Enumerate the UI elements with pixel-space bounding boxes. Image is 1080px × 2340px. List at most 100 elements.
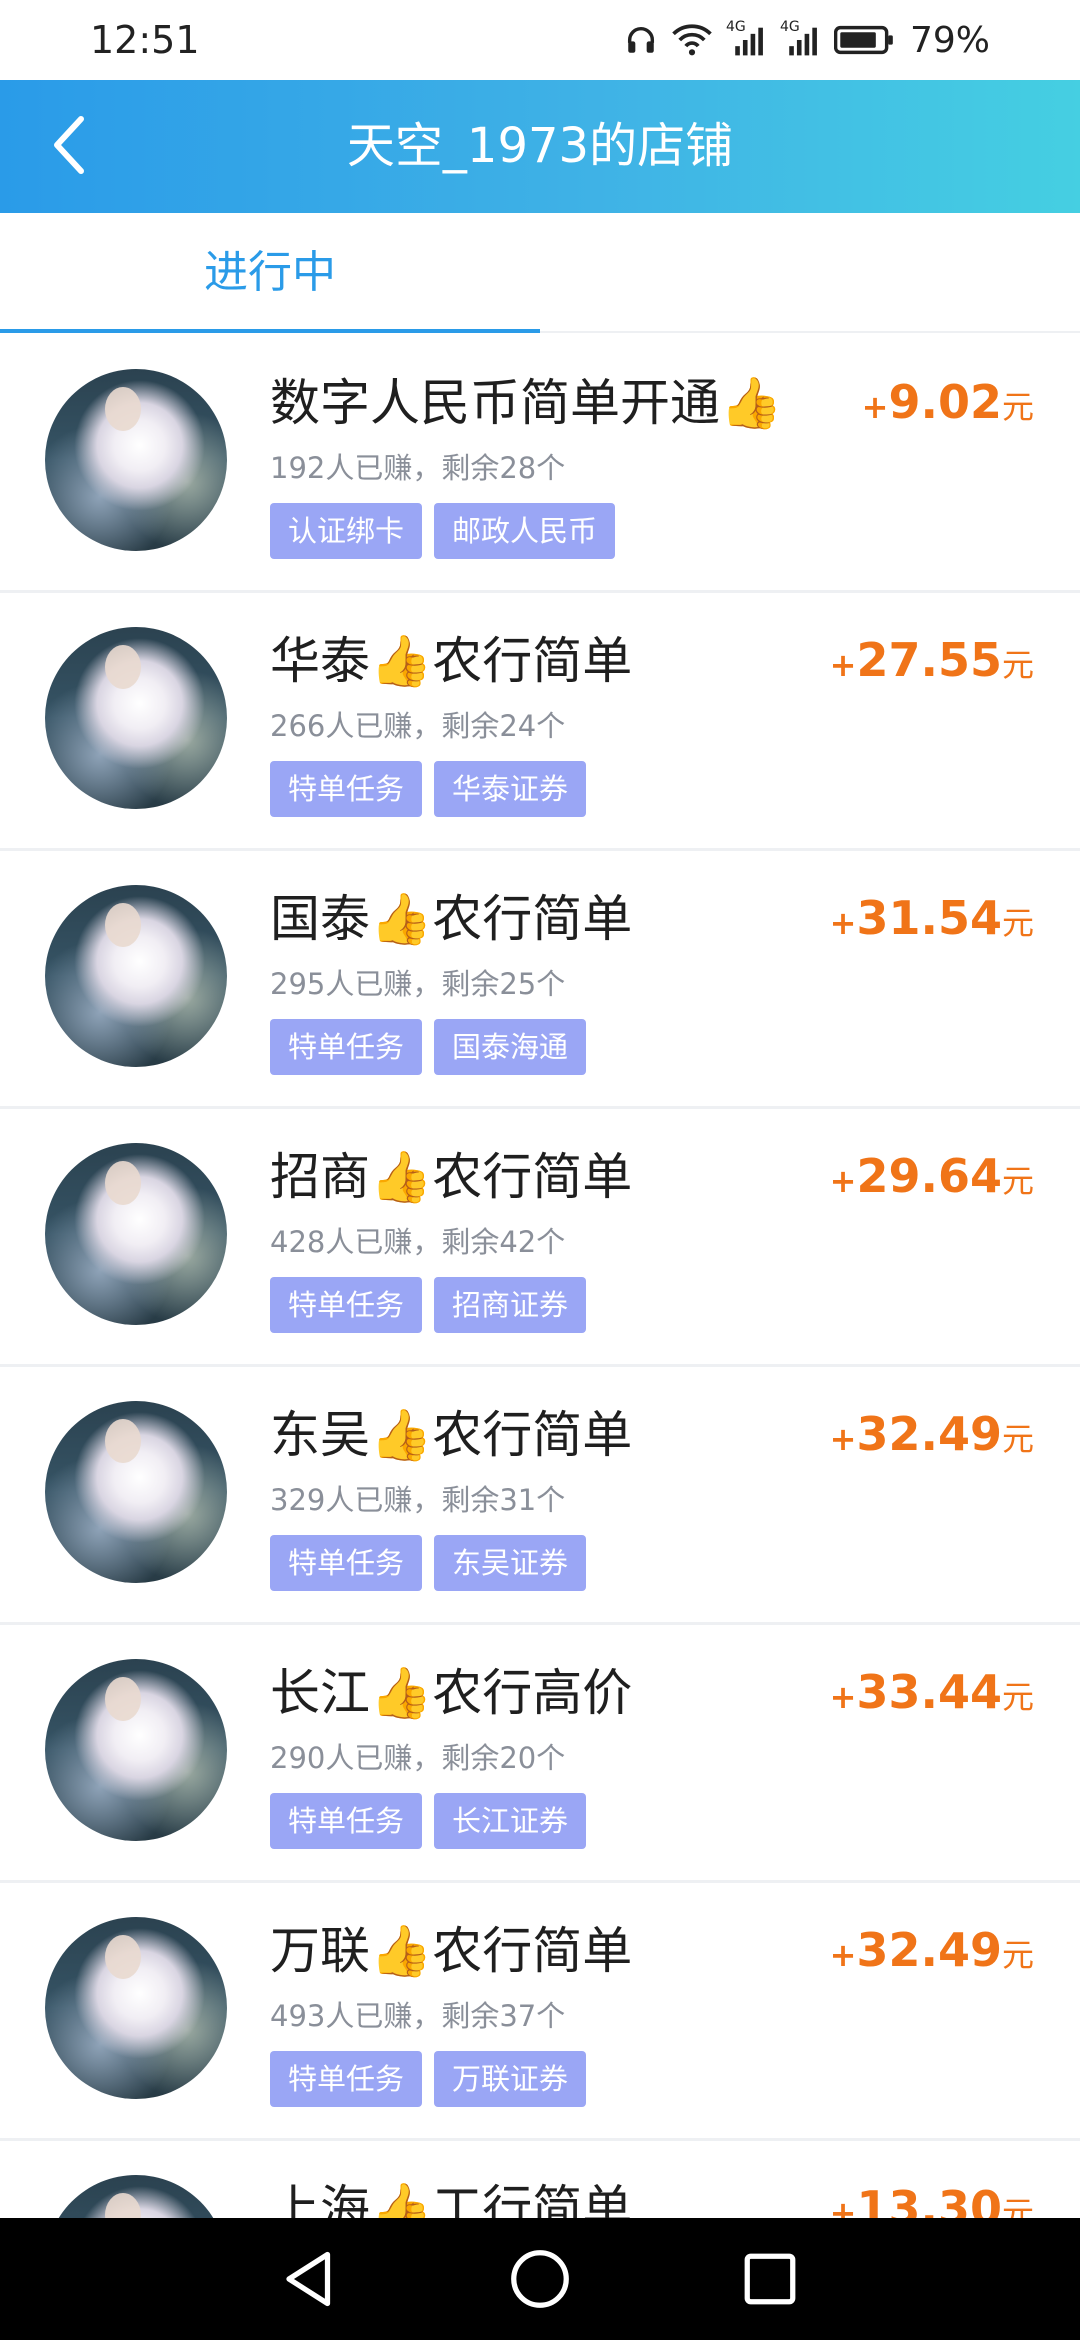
tag-group: 特单任务 长江证券 (270, 1793, 587, 1849)
signal-icon-1: 4G (726, 19, 766, 57)
reward-amount: +27.55元 (830, 633, 1034, 687)
avatar (45, 369, 227, 551)
reward-unit: 元 (1001, 1678, 1034, 1716)
list-item[interactable]: 万联👍农行简单 493人已赚，剩余37个 特单任务 万联证券 +32.49元 (0, 1883, 1080, 2141)
list-item[interactable]: 长江👍农行高价 290人已赚，剩余20个 特单任务 长江证券 +33.44元 (0, 1625, 1080, 1883)
screen: 12:51 4G 4G 79% 天空_1973的店铺 进行中 数字人民币简单开通… (0, 0, 1080, 2340)
tag-group: 特单任务 华泰证券 (270, 761, 587, 817)
reward-plus: + (829, 1162, 857, 1200)
list-item[interactable]: 招商👍农行简单 428人已赚，剩余42个 特单任务 招商证券 +29.64元 (0, 1109, 1080, 1367)
reward-unit: 元 (1001, 1936, 1034, 1974)
task-list: 数字人民币简单开通👍 192人已赚，剩余28个 认证绑卡 邮政人民币 +9.02… (0, 335, 1080, 2340)
tag: 国泰海通 (434, 1019, 587, 1075)
nav-recents-button[interactable] (735, 2244, 805, 2314)
list-item[interactable]: 东吴👍农行简单 329人已赚，剩余31个 特单任务 东吴证券 +32.49元 (0, 1367, 1080, 1625)
status-time: 12:51 (90, 18, 200, 62)
reward-value: 9.02 (888, 375, 1002, 429)
tag: 认证绑卡 (270, 503, 423, 559)
reward-value: 31.54 (856, 891, 1002, 945)
list-item[interactable]: 华泰👍农行简单 266人已赚，剩余24个 特单任务 华泰证券 +27.55元 (0, 593, 1080, 851)
avatar (45, 627, 227, 809)
app-header: 天空_1973的店铺 (0, 80, 1080, 213)
reward-plus: + (829, 904, 857, 942)
item-title: 长江👍农行高价 (270, 1664, 633, 1722)
avatar (45, 1401, 227, 1583)
tag-group: 特单任务 万联证券 (270, 2051, 587, 2107)
tag: 万联证券 (434, 2051, 587, 2107)
reward-unit: 元 (1001, 1420, 1034, 1458)
tag: 特单任务 (270, 1019, 423, 1075)
tab-indicator (0, 329, 540, 333)
item-title: 华泰👍农行简单 (270, 632, 633, 690)
reward-value: 33.44 (856, 1665, 1002, 1719)
reward-amount: +31.54元 (830, 891, 1034, 945)
reward-value: 32.49 (856, 1923, 1002, 1977)
item-title: 万联👍农行简单 (270, 1922, 633, 1980)
reward-amount: +9.02元 (862, 375, 1034, 429)
status-bar: 12:51 4G 4G 79% (0, 0, 1080, 80)
reward-unit: 元 (1001, 904, 1034, 942)
reward-amount: +33.44元 (830, 1665, 1034, 1719)
tab-in-progress[interactable]: 进行中 (0, 213, 540, 333)
item-stats: 266人已赚，剩余24个 (270, 709, 566, 743)
item-stats: 290人已赚，剩余20个 (270, 1741, 566, 1775)
tag-group: 认证绑卡 邮政人民币 (270, 503, 616, 559)
battery-icon (833, 23, 896, 57)
avatar (45, 1917, 227, 2099)
avatar (45, 1659, 227, 1841)
reward-amount: +32.49元 (830, 1923, 1034, 1977)
tag-group: 特单任务 国泰海通 (270, 1019, 587, 1075)
item-stats: 192人已赚，剩余28个 (270, 451, 566, 485)
reward-plus: + (829, 1936, 857, 1974)
tag: 特单任务 (270, 1793, 423, 1849)
reward-plus: + (829, 1420, 857, 1458)
reward-unit: 元 (1001, 646, 1034, 684)
wifi-icon (672, 23, 712, 57)
item-stats: 295人已赚，剩余25个 (270, 967, 566, 1001)
reward-value: 29.64 (856, 1149, 1002, 1203)
reward-plus: + (861, 388, 889, 426)
reward-value: 27.55 (856, 633, 1002, 687)
item-stats: 493人已赚，剩余37个 (270, 1999, 566, 2033)
nav-back-button[interactable] (275, 2244, 345, 2314)
tag: 招商证券 (434, 1277, 587, 1333)
list-item[interactable]: 数字人民币简单开通👍 192人已赚，剩余28个 认证绑卡 邮政人民币 +9.02… (0, 335, 1080, 593)
status-icons: 4G 4G 79% (624, 18, 990, 62)
tag: 长江证券 (434, 1793, 587, 1849)
item-title: 国泰👍农行简单 (270, 890, 633, 948)
tag: 东吴证券 (434, 1535, 587, 1591)
tag: 特单任务 (270, 761, 423, 817)
reward-amount: +32.49元 (830, 1407, 1034, 1461)
nav-home-button[interactable] (505, 2244, 575, 2314)
tag-group: 特单任务 东吴证券 (270, 1535, 587, 1591)
tab-bar: 进行中 (0, 213, 1080, 333)
avatar (45, 885, 227, 1067)
back-triangle-icon (286, 2251, 331, 2307)
item-stats: 428人已赚，剩余42个 (270, 1225, 566, 1259)
item-title: 招商👍农行简单 (270, 1148, 633, 1206)
reward-plus: + (829, 1678, 857, 1716)
reward-value: 32.49 (856, 1407, 1002, 1461)
page-title: 天空_1973的店铺 (346, 118, 734, 174)
tag: 特单任务 (270, 1277, 423, 1333)
recents-square-icon (744, 2253, 796, 2305)
avatar (45, 1143, 227, 1325)
system-nav-bar (0, 2218, 1080, 2340)
reward-plus: + (829, 646, 857, 684)
tag-group: 特单任务 招商证券 (270, 1277, 587, 1333)
battery-percent: 79% (909, 19, 990, 61)
item-title: 东吴👍农行简单 (270, 1406, 633, 1464)
tag: 邮政人民币 (434, 503, 616, 559)
network-type-2: 4G (779, 19, 800, 35)
network-type-1: 4G (725, 19, 746, 35)
reward-unit: 元 (1001, 388, 1034, 426)
tag: 特单任务 (270, 1535, 423, 1591)
reward-unit: 元 (1001, 1162, 1034, 1200)
item-title: 数字人民币简单开通👍 (270, 374, 783, 432)
reward-amount: +29.64元 (830, 1149, 1034, 1203)
tag: 特单任务 (270, 2051, 423, 2107)
headphones-icon (624, 23, 658, 57)
signal-icon-2: 4G (780, 19, 820, 57)
home-circle-icon (511, 2250, 569, 2308)
list-item[interactable]: 国泰👍农行简单 295人已赚，剩余25个 特单任务 国泰海通 +31.54元 (0, 851, 1080, 1109)
